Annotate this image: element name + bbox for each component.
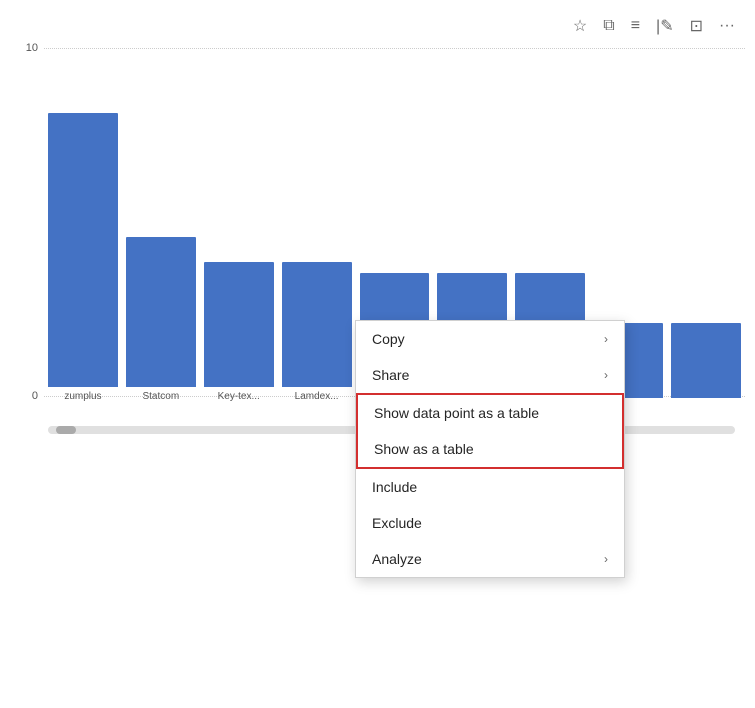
- scrollbar-thumb[interactable]: [56, 426, 76, 434]
- context-menu: Copy›Share›Show data point as a tableSho…: [355, 320, 625, 578]
- bar-group[interactable]: Lamdex...: [282, 262, 352, 402]
- menu-item-show_data_point[interactable]: Show data point as a table: [358, 395, 622, 431]
- menu-item-label: Exclude: [372, 515, 422, 531]
- menu-item-show_as_table[interactable]: Show as a table: [358, 431, 622, 467]
- header: ☆ ⧉ ≡ |✎ ⊡ ···: [0, 0, 755, 42]
- bar[interactable]: [282, 262, 352, 387]
- bar-label: Key-tex...: [218, 391, 260, 402]
- menu-item-label: Include: [372, 479, 417, 495]
- bar[interactable]: [204, 262, 274, 387]
- menu-item-label: Copy: [372, 331, 405, 347]
- menu-item-analyze[interactable]: Analyze ›: [356, 541, 624, 577]
- toolbar: ☆ ⧉ ≡ |✎ ⊡ ···: [569, 8, 739, 38]
- highlighted-menu-group: Show data point as a table Show as a tabl…: [356, 393, 624, 469]
- bar[interactable]: [671, 323, 741, 398]
- menu-item-share[interactable]: Share ›: [356, 357, 624, 393]
- bar-group[interactable]: [671, 323, 741, 402]
- bar-group[interactable]: Key-tex...: [204, 262, 274, 402]
- bar[interactable]: [126, 237, 196, 387]
- menu-item-copy[interactable]: Copy ›: [356, 321, 624, 357]
- chevron-icon: ›: [604, 552, 608, 566]
- menu-item-label: Show data point as a table: [374, 405, 539, 421]
- bar-label: Statcom: [142, 391, 179, 402]
- menu-item-label: Analyze: [372, 551, 422, 567]
- expand-icon[interactable]: ⊡: [686, 14, 707, 38]
- bar-group[interactable]: zumplus: [48, 113, 118, 402]
- pin-icon[interactable]: ☆: [569, 14, 591, 38]
- bar[interactable]: [48, 113, 118, 387]
- menu-item-include[interactable]: Include: [356, 469, 624, 505]
- chevron-icon: ›: [604, 368, 608, 382]
- copy-icon[interactable]: ⧉: [599, 15, 618, 37]
- bar-label: zumplus: [64, 391, 101, 402]
- chevron-icon: ›: [604, 332, 608, 346]
- menu-item-exclude[interactable]: Exclude: [356, 505, 624, 541]
- more-icon[interactable]: ···: [715, 15, 739, 37]
- menu-item-label: Share: [372, 367, 409, 383]
- filter-icon[interactable]: ≡: [627, 15, 644, 37]
- bar-group[interactable]: Statcom: [126, 237, 196, 402]
- menu-item-label: Show as a table: [374, 441, 474, 457]
- edit-icon[interactable]: |✎: [652, 14, 678, 38]
- bar-label: Lamdex...: [295, 391, 339, 402]
